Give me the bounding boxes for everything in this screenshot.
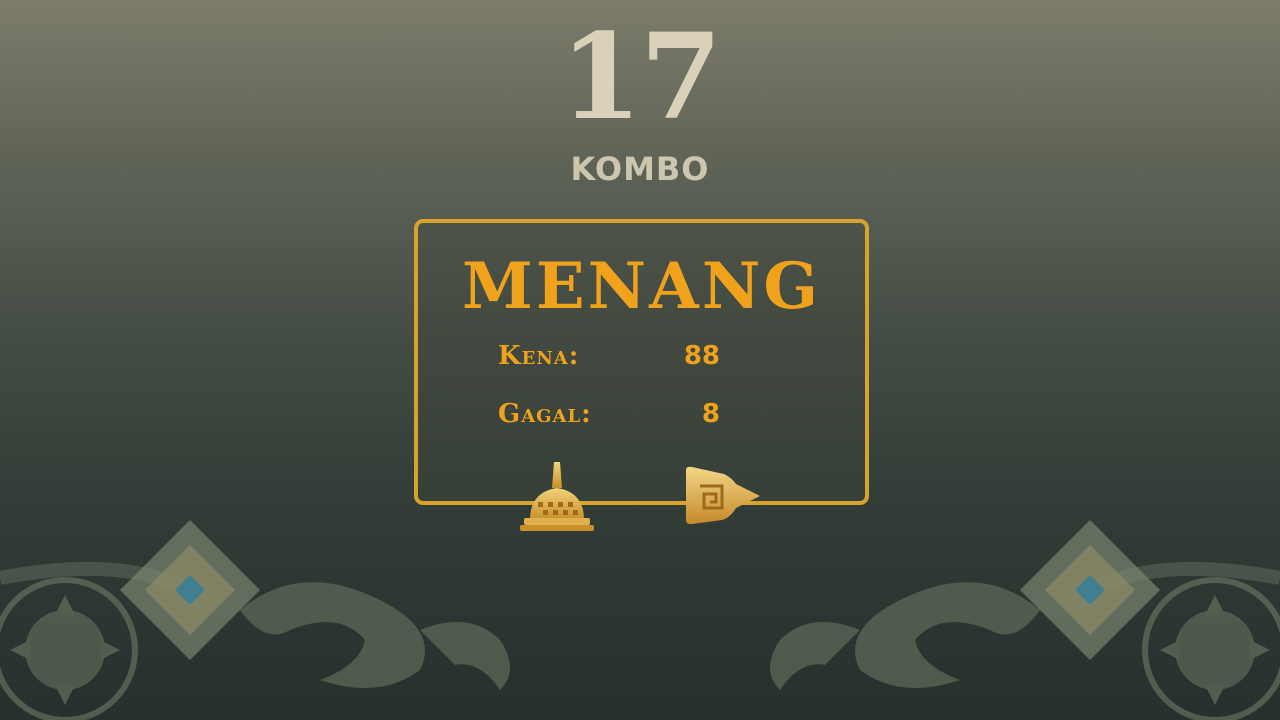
result-panel: MENANG Kena: 88 Gagal: 8 [414, 219, 869, 505]
next-arrow-icon [686, 466, 760, 525]
next-button[interactable] [682, 464, 764, 528]
hit-value: 88 [683, 341, 720, 371]
miss-value: 8 [701, 399, 720, 429]
result-title: MENANG [462, 249, 821, 324]
combo-label: KOMBO [570, 150, 710, 188]
miss-label: Gagal: [498, 399, 592, 429]
hit-label: Kena: [498, 341, 580, 371]
stupa-icon [520, 462, 594, 531]
combo-count: 17 [559, 7, 722, 146]
home-button[interactable] [516, 458, 598, 534]
batik-ornament-decoration [0, 520, 1280, 720]
